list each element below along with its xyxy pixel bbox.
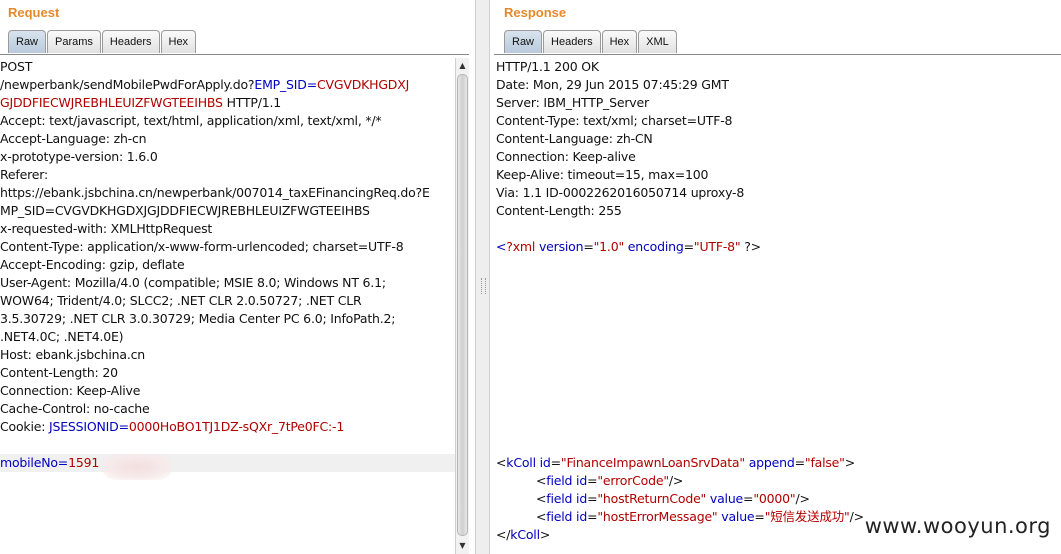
request-title: Request bbox=[8, 5, 60, 20]
tab-hex[interactable]: Hex bbox=[601, 30, 638, 53]
tab-headers[interactable]: Headers bbox=[101, 30, 160, 53]
header-line: Accept-Language: zh-cn bbox=[0, 131, 147, 146]
header-line: Content-Type: text/xml; charset=UTF-8 bbox=[496, 113, 733, 128]
tab-xml[interactable]: XML bbox=[638, 30, 677, 53]
header-line: .NET4.0C; .NET4.0E) bbox=[0, 329, 124, 344]
header-line: x-requested-with: XMLHttpRequest bbox=[0, 221, 213, 236]
header-line: Accept: text/javascript, text/html, appl… bbox=[0, 113, 382, 128]
request-body-line: mobileNo=1591 bbox=[0, 454, 455, 472]
request-line: POST bbox=[0, 59, 33, 74]
request-url-line: /newperbank/sendMobilePwdForApply.do?EMP… bbox=[0, 77, 410, 92]
header-line: Content-Language: zh-CN bbox=[496, 131, 653, 146]
tab-hex[interactable]: Hex bbox=[160, 30, 197, 53]
header-line: Connection: Keep-Alive bbox=[0, 383, 141, 398]
response-pane: Response Raw Headers Hex XML HTTP/1.1 20… bbox=[490, 0, 1061, 554]
tab-raw[interactable]: Raw bbox=[8, 30, 47, 53]
header-line: Cache-Control: no-cache bbox=[0, 401, 150, 416]
request-pane: Request Raw Params Headers Hex POST /new… bbox=[0, 0, 475, 554]
scroll-up-icon[interactable]: ▲ bbox=[456, 59, 469, 73]
response-title: Response bbox=[504, 5, 567, 20]
header-line: MP_SID=CVGVDKHGDXJGJDDFIECWJREBHLEUIZFWG… bbox=[0, 203, 370, 218]
request-url-line-2: GJDDFIECWJREBHLEUIZFWGTEEIHBS HTTP/1.1 bbox=[0, 95, 282, 110]
header-line: WOW64; Trident/4.0; SLCC2; .NET CLR 2.0.… bbox=[0, 293, 362, 308]
tab-underline bbox=[0, 54, 469, 55]
tab-params[interactable]: Params bbox=[47, 30, 101, 53]
header-line: Referer: bbox=[0, 167, 48, 182]
header-line: Keep-Alive: timeout=15, max=100 bbox=[496, 167, 709, 182]
xml-field: <field id="hostReturnCode" value="0000"/… bbox=[536, 491, 810, 506]
cookie-line: Cookie: JSESSIONID=0000HoBO1TJ1DZ-sQXr_7… bbox=[0, 419, 345, 434]
header-line: Content-Type: application/x-www-form-url… bbox=[0, 239, 404, 254]
kcoll-open-tag: <kColl id="FinanceImpawnLoanSrvData" app… bbox=[496, 455, 856, 470]
scroll-thumb[interactable] bbox=[457, 74, 468, 536]
header-line: Host: ebank.jsbchina.cn bbox=[0, 347, 146, 362]
redaction-blur bbox=[102, 454, 172, 480]
divider-grip-icon[interactable] bbox=[481, 278, 486, 294]
response-tabs: Raw Headers Hex XML bbox=[504, 30, 678, 54]
header-line: Via: 1.1 ID-0002262016050714 uproxy-8 bbox=[496, 185, 745, 200]
scroll-down-icon[interactable]: ▼ bbox=[456, 539, 469, 553]
tab-raw[interactable]: Raw bbox=[504, 30, 543, 53]
header-line: Content-Length: 20 bbox=[0, 365, 118, 380]
response-editor[interactable]: HTTP/1.1 200 OK Date: Mon, 29 Jun 2015 0… bbox=[496, 58, 1056, 554]
split-divider[interactable] bbox=[475, 0, 490, 554]
header-line: Content-Length: 255 bbox=[496, 203, 622, 218]
header-line: Date: Mon, 29 Jun 2015 07:45:29 GMT bbox=[496, 77, 729, 92]
header-line: x-prototype-version: 1.6.0 bbox=[0, 149, 158, 164]
request-editor[interactable]: POST /newperbank/sendMobilePwdForApply.d… bbox=[0, 58, 455, 554]
header-line: Connection: Keep-alive bbox=[496, 149, 636, 164]
blank-space bbox=[496, 256, 1056, 454]
request-tabs: Raw Params Headers Hex bbox=[8, 30, 197, 54]
header-line: Accept-Encoding: gzip, deflate bbox=[0, 257, 185, 272]
header-line: Server: IBM_HTTP_Server bbox=[496, 95, 649, 110]
xml-declaration: <?xml version="1.0" encoding="UTF-8" ?> bbox=[496, 239, 761, 254]
header-line: https://ebank.jsbchina.cn/newperbank/007… bbox=[0, 185, 430, 200]
watermark: www.wooyun.org bbox=[864, 514, 1051, 538]
xml-field: <field id="errorCode"/> bbox=[536, 473, 684, 488]
tab-headers[interactable]: Headers bbox=[543, 30, 601, 53]
request-scrollbar[interactable]: ▲ ▼ bbox=[455, 58, 469, 554]
tab-underline bbox=[494, 54, 1061, 55]
header-line: 3.5.30729; .NET CLR 3.0.30729; Media Cen… bbox=[0, 311, 396, 326]
header-line: User-Agent: Mozilla/4.0 (compatible; MSI… bbox=[0, 275, 386, 290]
status-line: HTTP/1.1 200 OK bbox=[496, 59, 599, 74]
